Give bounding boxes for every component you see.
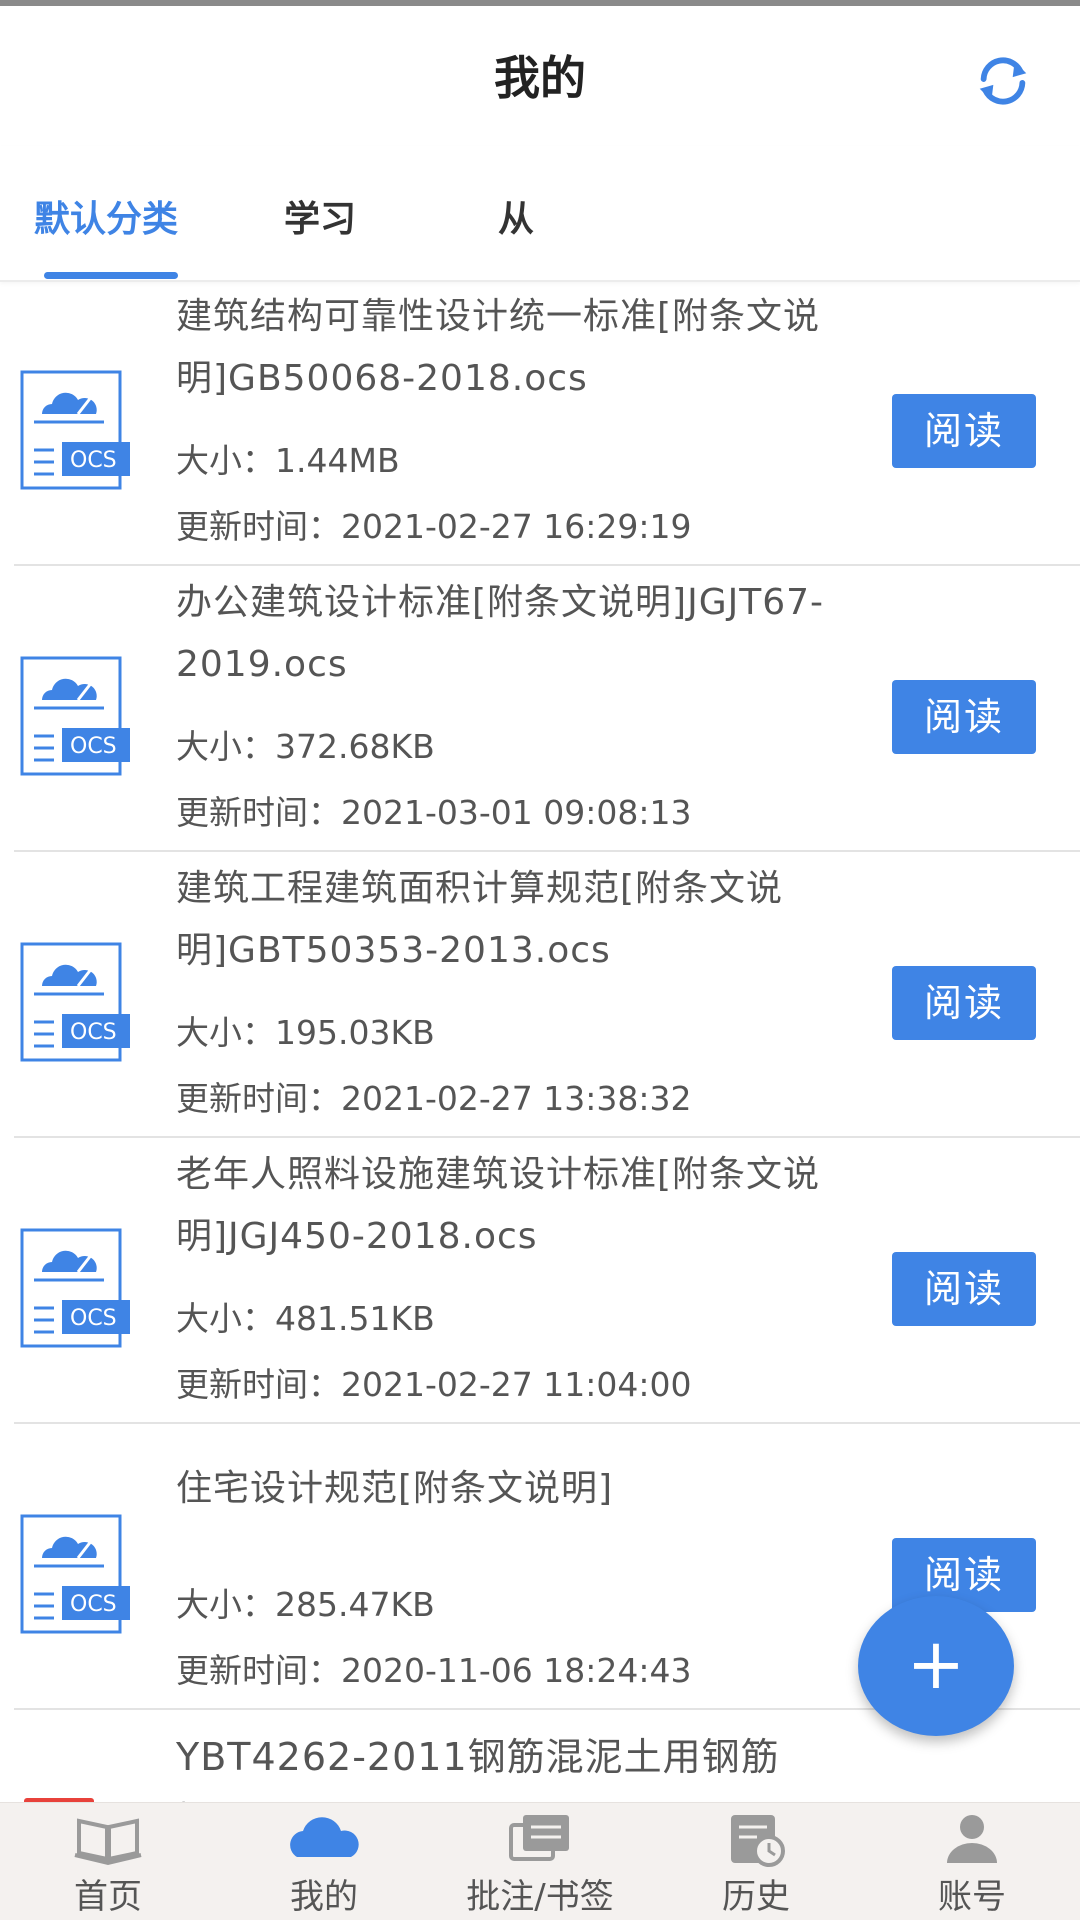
- nav-item-notes[interactable]: 批注/书签: [432, 1803, 648, 1920]
- file-size: 大小：481.51KB: [176, 1299, 435, 1338]
- list-item[interactable]: OCS 建筑工程建筑面积计算规范[附条文说明]GBT50353-2013.ocs…: [0, 854, 1080, 1138]
- divider: [14, 850, 1080, 852]
- file-updated-time: 更新时间：2020-11-06 18:24:43: [176, 1651, 692, 1690]
- file-updated-time: 更新时间：2021-02-27 16:29:19: [176, 507, 692, 546]
- nav-label: 账号: [938, 1877, 1006, 1917]
- read-button[interactable]: 阅读: [892, 680, 1036, 754]
- app-header: 我的: [0, 6, 1080, 146]
- refresh-icon[interactable]: [972, 50, 1034, 112]
- user-icon: [947, 1815, 997, 1863]
- file-size: 大小：285.47KB: [176, 1585, 435, 1624]
- active-tab-indicator: [44, 272, 178, 279]
- ocs-file-icon: [20, 656, 130, 776]
- divider: [14, 1422, 1080, 1424]
- file-name[interactable]: 办公建筑设计标准[附条文说明]JGJT67-2019.ocs: [176, 572, 836, 696]
- ocs-file-icon: [20, 1228, 130, 1348]
- history-icon: [731, 1815, 785, 1867]
- file-name[interactable]: 建筑工程建筑面积计算规范[附条文说明]GBT50353-2013.ocs: [176, 858, 836, 982]
- file-size: 大小：1.44MB: [176, 441, 400, 480]
- file-name-partial[interactable]: YBT4262-2011钢筋混泥土用钢筋: [176, 1726, 780, 1781]
- tab-default-category[interactable]: 默认分类: [34, 190, 178, 242]
- file-updated-time: 更新时间：2021-02-27 11:04:00: [176, 1365, 692, 1404]
- list-item[interactable]: OCS 办公建筑设计标准[附条文说明]JGJT67-2019.ocs 大小：37…: [0, 568, 1080, 852]
- file-updated-time: 更新时间：2021-02-27 13:38:32: [176, 1079, 692, 1118]
- nav-label: 我的: [290, 1877, 358, 1917]
- list-item[interactable]: OCS 老年人照料设施建筑设计标准[附条文说明]JGJ450-2018.ocs …: [0, 1140, 1080, 1424]
- notes-icon: [509, 1815, 569, 1861]
- tab-study[interactable]: 学习: [284, 190, 356, 242]
- nav-item-account[interactable]: 账号: [864, 1803, 1080, 1920]
- file-updated-time: 更新时间：2021-03-01 09:08:13: [176, 793, 692, 832]
- add-fab-button[interactable]: +: [858, 1596, 1014, 1736]
- nav-label: 首页: [74, 1877, 142, 1917]
- screen: 我的 默认分类 学习 从 OCS 建筑结构可靠性设计统一标准[附条文说明]GB5…: [0, 0, 1080, 1920]
- divider: [14, 564, 1080, 566]
- nav-label: 批注/书签: [466, 1877, 614, 1917]
- nav-item-mine[interactable]: 我的: [216, 1803, 432, 1920]
- bottom-nav: 首页 我的 批注/书签 历史 账号: [0, 1802, 1080, 1920]
- read-button[interactable]: 阅读: [892, 1252, 1036, 1326]
- file-name[interactable]: 老年人照料设施建筑设计标准[附条文说明]JGJ450-2018.ocs: [176, 1144, 836, 1268]
- read-button[interactable]: 阅读: [892, 966, 1036, 1040]
- page-title: 我的: [494, 51, 586, 105]
- nav-label: 历史: [722, 1877, 790, 1917]
- nav-item-history[interactable]: 历史: [648, 1803, 864, 1920]
- read-button[interactable]: 阅读: [892, 394, 1036, 468]
- file-size: 大小：195.03KB: [176, 1013, 435, 1052]
- nav-item-home[interactable]: 首页: [0, 1803, 216, 1920]
- file-type-badge: OCS: [70, 1592, 117, 1617]
- file-type-badge: OCS: [70, 448, 117, 473]
- file-size: 大小：372.68KB: [176, 727, 435, 766]
- file-name[interactable]: 住宅设计规范[附条文说明]: [176, 1458, 836, 1520]
- ocs-file-icon: [20, 1514, 130, 1634]
- file-name[interactable]: 建筑结构可靠性设计统一标准[附条文说明]GB50068-2018.ocs: [176, 286, 836, 410]
- tab-cong[interactable]: 从: [498, 190, 534, 242]
- file-type-badge: OCS: [70, 1306, 117, 1331]
- category-tabs: 默认分类 学习 从: [0, 146, 1080, 282]
- book-icon: [74, 1818, 142, 1866]
- divider: [14, 1136, 1080, 1138]
- file-type-badge: OCS: [70, 1020, 117, 1045]
- file-type-badge: OCS: [70, 734, 117, 759]
- ocs-file-icon: [20, 942, 130, 1062]
- list-item[interactable]: OCS 建筑结构可靠性设计统一标准[附条文说明]GB50068-2018.ocs…: [0, 282, 1080, 566]
- ocs-file-icon: [20, 370, 130, 490]
- cloud-icon: [290, 1817, 359, 1857]
